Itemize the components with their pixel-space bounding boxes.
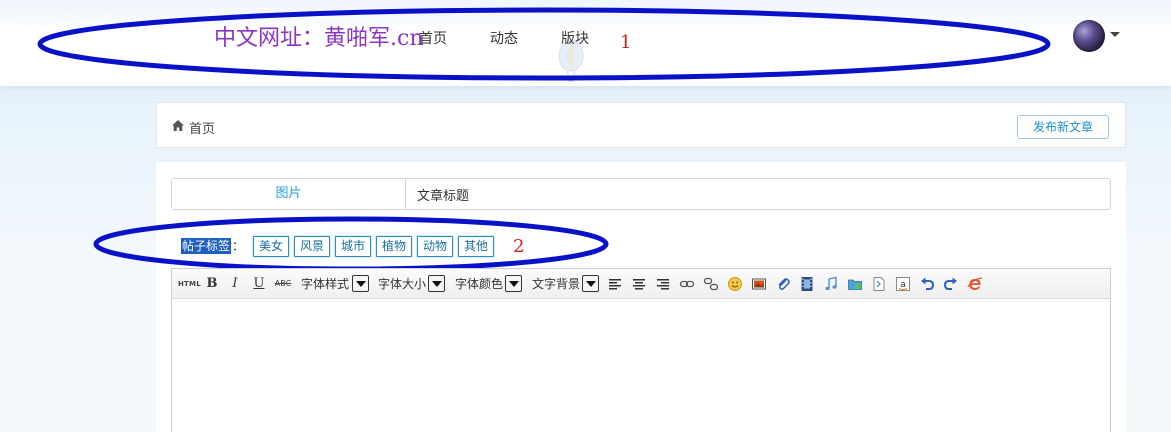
folder-icon[interactable]	[847, 276, 863, 292]
text-background-select[interactable]	[582, 275, 599, 292]
redo-icon[interactable]	[943, 276, 959, 292]
link-icon[interactable]	[679, 276, 695, 292]
user-avatar[interactable]	[1073, 20, 1105, 52]
underline-button[interactable]: U	[251, 275, 267, 293]
bold-button[interactable]: B	[204, 275, 220, 293]
editor-toolbar: HTML B I U ABC 字体样式 字体大小 字体颜色 文字背景 a	[172, 269, 1110, 299]
tag-button-scenery[interactable]: 风景	[294, 236, 330, 257]
strikethrough-button[interactable]: ABC	[273, 275, 293, 293]
align-left-icon[interactable]	[607, 276, 623, 292]
tags-label: 帖子标签	[181, 238, 232, 254]
publish-article-button[interactable]: 发布新文章	[1017, 115, 1109, 139]
tag-button-plants[interactable]: 植物	[376, 236, 412, 257]
image-icon[interactable]	[751, 276, 767, 292]
tags-colon: ：	[232, 239, 245, 253]
undo-icon[interactable]	[919, 276, 935, 292]
page-break-icon[interactable]	[871, 276, 887, 292]
text-background-label: 文字背景	[531, 277, 580, 291]
editor-content-area[interactable]	[172, 300, 1110, 432]
svg-text:a: a	[900, 280, 906, 290]
font-style-select[interactable]	[352, 275, 369, 292]
tag-button-animals[interactable]: 动物	[417, 236, 453, 257]
preview-browser-icon[interactable]	[967, 276, 983, 292]
tag-button-city[interactable]: 城市	[335, 236, 371, 257]
tag-button-beauty[interactable]: 美女	[253, 236, 289, 257]
italic-button[interactable]: I	[227, 275, 243, 293]
font-color-select[interactable]	[505, 275, 522, 292]
attachment-icon[interactable]	[775, 276, 791, 292]
annotation-number-2: 2	[513, 236, 525, 257]
article-title-input[interactable]	[407, 179, 1110, 209]
chevron-down-icon[interactable]	[1110, 32, 1120, 37]
align-right-icon[interactable]	[655, 276, 671, 292]
emoji-icon[interactable]	[727, 276, 743, 292]
home-icon	[172, 120, 184, 131]
html-source-button[interactable]: HTML	[178, 275, 201, 293]
image-addon-button[interactable]: 图片	[172, 179, 406, 209]
font-size-select[interactable]	[428, 275, 445, 292]
font-style-label: 字体样式	[300, 277, 349, 291]
annotation-ellipse-nav	[37, 7, 1051, 81]
font-size-label: 字体大小	[377, 277, 426, 291]
breadcrumb-panel	[156, 102, 1126, 148]
breadcrumb-home[interactable]: 首页	[189, 118, 215, 137]
music-icon[interactable]	[823, 276, 839, 292]
insert-code-icon[interactable]: a	[895, 276, 911, 292]
annotation-number-1: 1	[620, 32, 632, 53]
title-input-group: 图片	[171, 178, 1111, 210]
unlink-icon[interactable]	[703, 276, 719, 292]
align-center-icon[interactable]	[631, 276, 647, 292]
video-icon[interactable]	[799, 276, 815, 292]
font-color-label: 字体颜色	[454, 277, 503, 291]
rich-text-editor: HTML B I U ABC 字体样式 字体大小 字体颜色 文字背景 a	[171, 268, 1111, 432]
tag-button-other[interactable]: 其他	[458, 236, 494, 257]
